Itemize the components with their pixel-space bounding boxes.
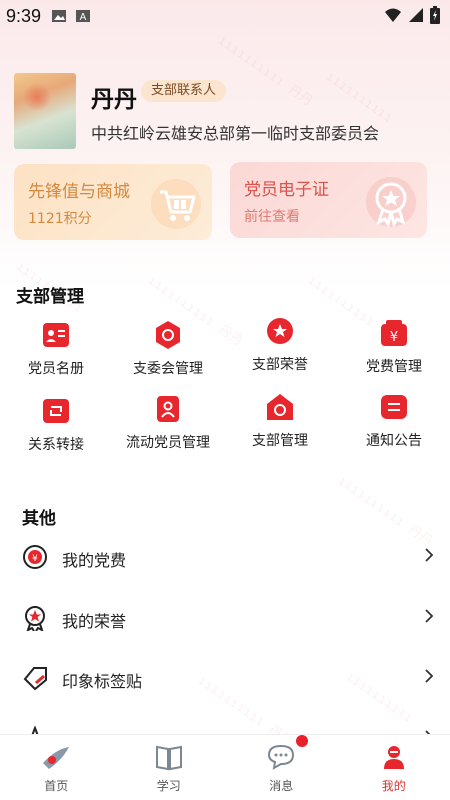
member-ecard-card[interactable]: 党员电子证 前往查看 <box>230 162 427 238</box>
grid-label: 支部管理 <box>252 433 308 449</box>
text-icon: A <box>76 10 91 23</box>
bottom-tab-bar: 首页 学习 消息 我的 <box>0 734 450 800</box>
shopping-cart-icon <box>151 179 201 229</box>
grid-item-fee-management[interactable]: ¥ 党费管理 <box>344 318 444 376</box>
tag-icon <box>23 667 47 691</box>
grid-item-committee-management[interactable]: 支委会管理 <box>118 320 218 378</box>
tab-label: 学习 <box>156 779 181 793</box>
grid-label: 关系转接 <box>28 437 84 453</box>
award-badge-icon <box>366 177 416 228</box>
grid-label: 支委会管理 <box>133 361 203 377</box>
yuan-coin-icon: ¥ <box>23 545 47 569</box>
section-title-other: 其他 <box>22 509 56 529</box>
home-emblem-icon <box>43 747 70 769</box>
chevron-right-icon <box>425 669 434 683</box>
svg-text:¥: ¥ <box>390 330 398 345</box>
grid-label: 党费管理 <box>366 359 422 375</box>
image-icon <box>52 10 67 22</box>
list-item-my-fee[interactable]: ¥ 我的党费 <box>0 528 450 586</box>
tab-home[interactable]: 首页 <box>0 735 113 800</box>
list-label: 印象标签贴 <box>62 672 143 691</box>
person-icon <box>383 746 404 769</box>
tab-label: 我的 <box>381 779 406 793</box>
mobile-member-icon <box>157 396 179 422</box>
chevron-right-icon <box>425 609 434 623</box>
status-time: 9:39 <box>6 5 42 26</box>
points-store-card[interactable]: 先锋值与商城 1121积分 <box>14 164 212 240</box>
role-badge: 支部联系人 <box>141 80 227 102</box>
fee-icon: ¥ <box>381 320 407 346</box>
points-value: 1121积分 <box>28 211 92 227</box>
tab-study[interactable]: 学习 <box>113 735 226 800</box>
honor-icon <box>267 318 293 344</box>
svg-text:A: A <box>80 12 87 23</box>
list-label: 我的荣誉 <box>62 612 127 631</box>
roster-icon <box>43 323 69 347</box>
grid-label: 党员名册 <box>28 361 84 377</box>
medal-icon <box>25 606 45 631</box>
user-name: 丹丹 <box>91 87 137 113</box>
status-bar: 9:39 A <box>0 0 450 32</box>
grid-label: 支部荣誉 <box>252 357 308 373</box>
list-item-impression-tags[interactable]: 印象标签贴 <box>0 649 450 707</box>
wifi-icon <box>385 8 401 22</box>
chevron-right-icon <box>425 548 434 562</box>
tab-mine[interactable]: 我的 <box>338 735 450 800</box>
grid-item-mobile-member-management[interactable]: 流动党员管理 <box>118 394 218 452</box>
committee-icon <box>156 321 180 349</box>
chat-bubble-icon <box>268 744 295 770</box>
grid-label: 流动党员管理 <box>126 435 210 451</box>
list-label: 我的党费 <box>62 551 127 570</box>
grid-item-notice[interactable]: 通知公告 <box>344 392 444 450</box>
unread-badge <box>296 735 308 747</box>
notice-icon <box>381 395 407 419</box>
transfer-icon <box>43 399 69 423</box>
section-title-branch: 支部管理 <box>16 287 84 307</box>
grid-item-member-roster[interactable]: 党员名册 <box>6 320 106 378</box>
signal-icon <box>409 8 423 22</box>
organization-name: 中共红岭云雄安总部第一临时支部委员会 <box>91 124 380 143</box>
avatar[interactable] <box>14 73 76 149</box>
book-icon <box>155 745 182 771</box>
card-title: 先锋值与商城 <box>28 182 130 202</box>
grid-item-branch-honor[interactable]: 支部荣誉 <box>230 316 330 374</box>
tab-messages[interactable]: 消息 <box>225 735 338 800</box>
card-title: 党员电子证 <box>244 180 329 200</box>
grid-label: 通知公告 <box>366 433 422 449</box>
grid-item-branch-management[interactable]: 支部管理 <box>230 392 330 450</box>
tab-label: 首页 <box>44 779 69 793</box>
list-item-my-honor[interactable]: 我的荣誉 <box>0 589 450 647</box>
card-subtitle: 前往查看 <box>244 209 300 225</box>
tab-label: 消息 <box>269 779 294 793</box>
grid-item-relation-transfer[interactable]: 关系转接 <box>6 396 106 454</box>
branch-icon <box>267 394 293 420</box>
battery-icon <box>430 6 440 24</box>
svg-text:¥: ¥ <box>32 554 38 564</box>
